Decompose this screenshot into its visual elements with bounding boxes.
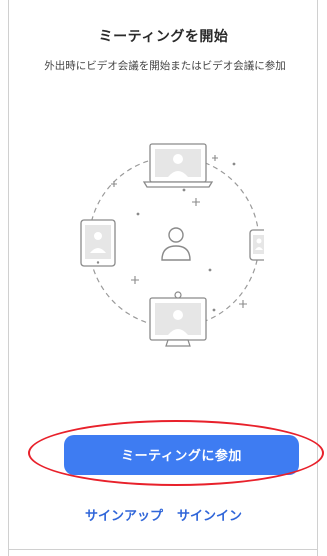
join-meeting-button[interactable]: ミーティングに参加 bbox=[64, 435, 299, 475]
start-meeting-screen: ミーティングを開始 外出時にビデオ会議を開始またはビデオ会議に参加 ミーティング… bbox=[0, 0, 327, 556]
frame-right-edge bbox=[317, 0, 318, 556]
desktop-monitor-icon bbox=[149, 291, 207, 347]
signin-link[interactable]: サインイン bbox=[177, 509, 242, 524]
meeting-illustration bbox=[80, 143, 264, 347]
user-icon bbox=[161, 227, 191, 261]
page-title: ミーティングを開始 bbox=[98, 29, 229, 45]
tablet-icon bbox=[80, 219, 116, 267]
signup-link[interactable]: サインアップ bbox=[85, 509, 163, 524]
phone-icon bbox=[249, 229, 264, 261]
auth-links: サインアップ サインイン bbox=[0, 505, 327, 524]
laptop-icon bbox=[142, 143, 214, 188]
page-subtitle: 外出時にビデオ会議を開始またはビデオ会議に参加 bbox=[44, 60, 286, 72]
frame-left-edge bbox=[8, 0, 9, 556]
frame-bottom-edge bbox=[8, 549, 318, 550]
